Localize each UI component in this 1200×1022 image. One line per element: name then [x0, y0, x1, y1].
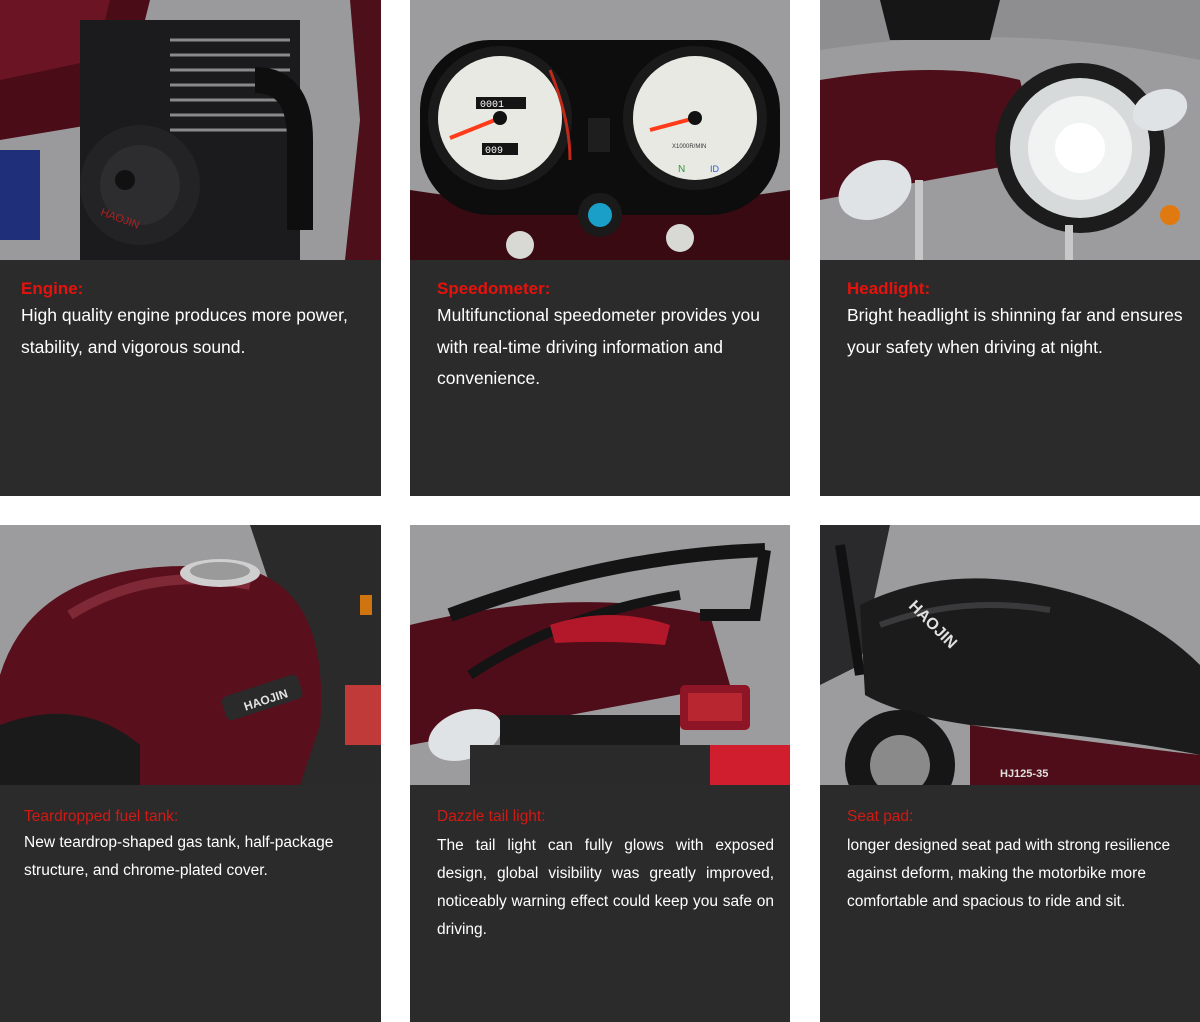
speedometer-photo: 0001 009 X1000R/MIN N ID — [410, 0, 790, 260]
feature-card-speedometer: 0001 009 X1000R/MIN N ID Speedometer: Mu… — [410, 0, 790, 496]
feature-title: Teardropped fuel tank: — [24, 808, 179, 825]
rpm-label: X1000R/MIN — [672, 144, 706, 150]
headlight-photo — [820, 0, 1200, 260]
beam-indicator: ID — [710, 164, 720, 174]
feature-description: New teardrop-shaped gas tank, half-packa… — [24, 834, 334, 879]
trip-readout: 009 — [485, 146, 503, 157]
feature-title: Seat pad: — [847, 808, 914, 825]
feature-description: High quality engine produces more power,… — [21, 305, 348, 357]
feature-card-seat-pad: HAOJIN HJ125-35 Seat pad: longer designe… — [820, 525, 1200, 1022]
model-label: HJ125-35 — [1000, 768, 1048, 780]
feature-title: Speedometer: — [437, 279, 551, 298]
feature-description: Bright headlight is shinning far and ens… — [847, 305, 1183, 357]
feature-title: Engine: — [21, 279, 84, 298]
feature-card-engine: HAOJIN Engine: High quality engine produ… — [0, 0, 381, 496]
tail-light-photo — [410, 525, 790, 785]
feature-description: The tail light can fully glows with expo… — [437, 837, 774, 938]
engine-photo: HAOJIN — [0, 0, 381, 260]
feature-card-fuel-tank: HAOJIN Teardropped fuel tank: New teardr… — [0, 525, 381, 1022]
feature-title: Dazzle tail light: — [437, 808, 546, 825]
feature-description: Multifunctional speedometer provides you… — [437, 305, 760, 388]
neutral-indicator: N — [678, 164, 685, 175]
feature-title: Headlight: — [847, 279, 931, 298]
seat-pad-photo: HAOJIN HJ125-35 — [820, 525, 1200, 785]
odometer-readout: 0001 — [480, 100, 504, 111]
feature-card-headlight: Headlight: Bright headlight is shinning … — [820, 0, 1200, 496]
feature-card-tail-light: Dazzle tail light: The tail light can fu… — [410, 525, 790, 1022]
feature-description: longer designed seat pad with strong res… — [847, 837, 1171, 910]
fuel-tank-photo: HAOJIN — [0, 525, 381, 785]
